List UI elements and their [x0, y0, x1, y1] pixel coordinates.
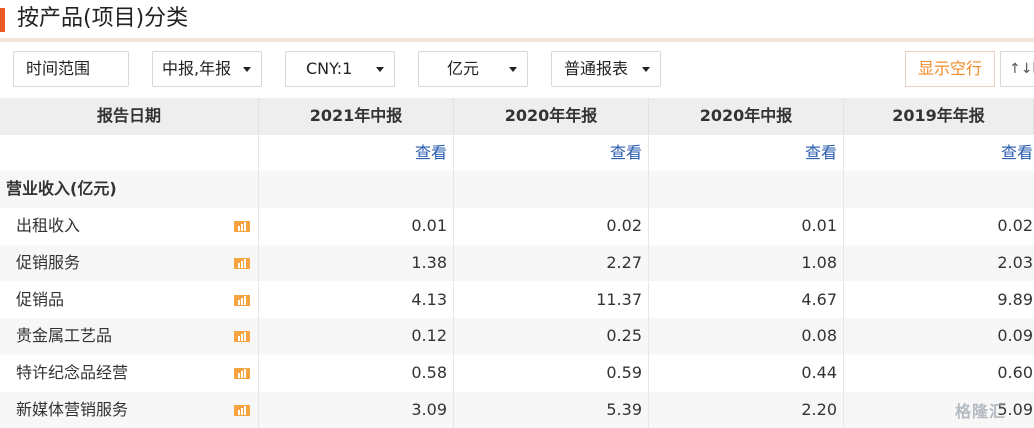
row-label: 促销品 [16, 289, 65, 309]
page-title: 按产品(项目)分类 [17, 6, 189, 31]
bar-chart-icon[interactable] [234, 404, 250, 416]
time-range-button[interactable]: 时间范围 [13, 51, 129, 87]
caret-down-icon [376, 67, 384, 72]
bar-chart-icon[interactable] [234, 331, 250, 343]
value-cell: 0.60 [997, 362, 1033, 382]
row-label: 促销服务 [16, 252, 81, 272]
date-column-header: 报告日期 [0, 98, 259, 135]
value-cell: 9.89 [997, 289, 1033, 309]
value-cell: 3.09 [259, 391, 454, 428]
bar-chart-icon[interactable] [234, 294, 250, 306]
value-cell: 2.27 [454, 244, 649, 282]
table-row: 特许纪念品经营 0.58 0.59 0.44 0.60 [0, 354, 1034, 392]
title-accent-bar [0, 8, 5, 32]
table-row: 新媒体营销服务 3.09 5.39 2.20 5.09 [0, 391, 1034, 428]
unit-select[interactable]: 亿元 [418, 51, 528, 87]
caret-down-icon [509, 67, 517, 72]
value-cell: 0.08 [649, 318, 844, 355]
watermark-logo: 格隆汇 [955, 402, 1007, 421]
currency-select-value: CNY:1 [306, 59, 353, 78]
value-cell: 1.08 [649, 244, 844, 282]
row-label: 特许纪念品经营 [16, 362, 129, 382]
value-cell: 4.67 [649, 281, 844, 319]
value-cell: 4.13 [259, 281, 454, 319]
value-cell: 0.02 [454, 208, 649, 245]
bar-chart-icon[interactable] [234, 257, 250, 269]
table-row: 出租收入 0.01 0.02 0.01 0.02 [0, 208, 1034, 245]
value-cell: 0.44 [649, 354, 844, 392]
value-cell: 2.03 [997, 252, 1033, 272]
caret-down-icon [642, 67, 650, 72]
view-link[interactable]: 查看 [1001, 143, 1033, 162]
value-cell: 1.38 [259, 244, 454, 282]
unit-select-value: 亿元 [447, 59, 480, 78]
value-cell: 2.20 [649, 391, 844, 428]
value-cell: 0.59 [454, 354, 649, 392]
value-cell: 0.01 [649, 208, 844, 245]
period-select[interactable]: 中报,年报 [152, 51, 262, 87]
table-row: 贵金属工艺品 0.12 0.25 0.08 0.09 [0, 318, 1034, 355]
value-cell: 0.02 [997, 216, 1033, 236]
column-header: 2020年年报 [454, 98, 649, 135]
bar-chart-icon[interactable] [234, 221, 250, 233]
view-links-row: 查看 查看 查看 查看 [0, 134, 1034, 172]
period-select-value: 中报,年报 [162, 59, 232, 78]
caret-down-icon [243, 67, 251, 72]
view-link[interactable]: 查看 [805, 143, 837, 162]
value-cell: 0.25 [454, 318, 649, 355]
value-cell: 5.39 [454, 391, 649, 428]
report-type-select-value: 普通报表 [564, 59, 629, 78]
row-label: 出租收入 [16, 216, 81, 236]
column-header: 2019年年报 [844, 98, 1034, 135]
value-cell: 0.58 [259, 354, 454, 392]
table-row: 促销品 4.13 11.37 4.67 9.89 [0, 281, 1034, 319]
column-header: 2020年中报 [649, 98, 844, 135]
report-type-select[interactable]: 普通报表 [551, 51, 661, 87]
view-link[interactable]: 查看 [610, 143, 642, 162]
time-range-label: 时间范围 [26, 59, 91, 78]
table-header-row: 报告日期 2021年中报 2020年年报 2020年中报 2019年年报 [0, 98, 1034, 135]
toolbar: 时间范围 中报,年报 CNY:1 亿元 普通报表 显示空行 ↑↓时 [0, 42, 1034, 98]
table-row: 促销服务 1.38 2.27 1.08 2.03 [0, 244, 1034, 282]
value-cell: 0.01 [259, 208, 454, 245]
row-label: 新媒体营销服务 [16, 399, 129, 419]
value-cell: 11.37 [454, 281, 649, 319]
page-header: 按产品(项目)分类 [0, 0, 1034, 38]
value-cell: 0.12 [259, 318, 454, 355]
value-cell: 0.09 [997, 326, 1033, 346]
section-row: 营业收入(亿元) [0, 171, 1034, 209]
section-label: 营业收入(亿元) [0, 171, 259, 209]
bar-chart-icon[interactable] [234, 367, 250, 379]
show-empty-rows-button[interactable]: 显示空行 [905, 51, 995, 87]
column-header: 2021年中报 [259, 98, 454, 135]
view-link[interactable]: 查看 [415, 143, 447, 162]
sort-button[interactable]: ↑↓时 [1000, 51, 1034, 87]
row-label: 贵金属工艺品 [16, 326, 113, 346]
currency-select[interactable]: CNY:1 [285, 51, 395, 87]
